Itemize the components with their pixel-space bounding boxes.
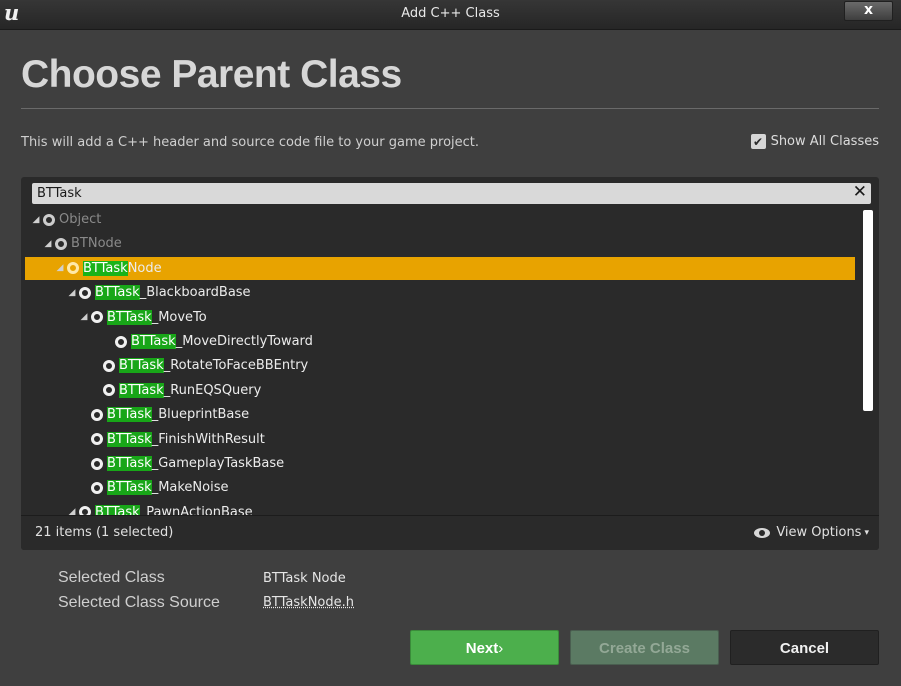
class-name: _GameplayTaskBase: [151, 456, 285, 471]
scrollbar[interactable]: [863, 210, 873, 513]
class-name: _MoveTo: [151, 309, 207, 325]
expand-arrow-icon[interactable]: ◢: [43, 239, 53, 249]
checkbox-checked-icon[interactable]: ✔: [750, 134, 766, 149]
class-circle-icon: [43, 213, 55, 226]
search-match-highlight: BTTask: [119, 358, 164, 374]
class-name: _RunEQSQuery: [163, 382, 262, 398]
next-arrow-icon: ›: [498, 640, 504, 657]
search-match-highlight: BTTask: [107, 407, 152, 423]
title-bar: u Add C++ Class x: [0, 0, 901, 30]
class-circle-icon: [103, 359, 115, 372]
show-all-classes-label: Show All Classes: [770, 134, 879, 149]
search-match-highlight: BTTask: [95, 285, 140, 301]
class-circle-icon: [115, 335, 127, 348]
class-circle-icon: [91, 433, 103, 446]
class-name: _BlackboardBase: [139, 285, 251, 301]
class-circle-icon: [67, 262, 79, 275]
class-circle-icon: [79, 506, 91, 515]
search-match-highlight: BTTask: [107, 309, 152, 325]
search-match-highlight: BTTask: [95, 504, 140, 515]
class-name: _FinishWithResult: [151, 431, 265, 447]
search-match-highlight: BTTask: [131, 334, 176, 349]
tree-row[interactable]: BTTask _RunEQSQuery: [25, 379, 855, 402]
class-name: _MoveDirectlyToward: [175, 334, 313, 349]
tree-row[interactable]: ◢ BTTask Node: [25, 256, 855, 280]
selected-class-label: Selected Class: [58, 569, 165, 586]
class-picker-panel: ✕ ◢Object◢BTNode◢BTTaskNode◢BTTask_Black…: [21, 177, 879, 550]
clear-search-icon[interactable]: ✕: [853, 182, 867, 203]
expand-arrow-icon[interactable]: ◢: [79, 312, 89, 322]
class-circle-icon: [79, 286, 91, 299]
item-count: 21 items (1 selected): [35, 525, 174, 540]
class-circle-icon: [91, 408, 103, 421]
class-circle-icon: [103, 384, 115, 397]
tree-row[interactable]: BTTask _BlueprintBase: [25, 403, 855, 426]
tree-row[interactable]: BTTask _MoveDirectlyToward: [25, 330, 855, 353]
scrollbar-thumb[interactable]: [863, 210, 873, 411]
class-name: _BlueprintBase: [151, 407, 250, 423]
search-match-highlight: BTTask: [83, 260, 128, 276]
next-button[interactable]: Next›: [410, 630, 559, 665]
search-match-highlight: BTTask: [107, 456, 152, 471]
class-name: Node: [127, 260, 162, 276]
search-match-highlight: BTTask: [107, 431, 152, 447]
search-match-highlight: BTTask: [107, 480, 152, 496]
class-circle-icon: [91, 311, 103, 324]
chevron-down-icon: ▾: [864, 527, 869, 538]
expand-arrow-icon[interactable]: ◢: [31, 215, 41, 225]
class-circle-icon: [91, 457, 103, 470]
tree-footer: 21 items (1 selected) View Options ▾: [21, 515, 879, 550]
class-name: _RotateToFaceBBEntry: [163, 358, 309, 374]
class-tree: ◢ Object ◢ BTNode ◢ BTTask Node ◢ BTTask _Blackbo…: [21, 208, 859, 515]
tree-row[interactable]: ◢ BTNode: [25, 232, 855, 255]
class-name: BTNode: [71, 236, 122, 252]
selected-class-value: BTTask Node: [263, 571, 346, 586]
class-name: _MakeNoise: [151, 480, 229, 496]
search-input[interactable]: [37, 183, 837, 204]
expand-arrow-icon[interactable]: ◢: [67, 507, 77, 515]
description-text: This will add a C++ header and source co…: [21, 135, 480, 150]
create-class-button[interactable]: Create Class: [570, 630, 719, 665]
tree-row[interactable]: BTTask _FinishWithResult: [25, 428, 855, 451]
class-circle-icon: [55, 237, 67, 250]
search-match-highlight: BTTask: [119, 382, 164, 398]
close-button[interactable]: x: [844, 1, 893, 21]
show-all-classes-toggle[interactable]: ✔ Show All Classes: [750, 134, 879, 149]
cancel-button[interactable]: Cancel: [730, 630, 879, 665]
eye-icon: [754, 527, 771, 538]
page-title: Choose Parent Class: [21, 53, 402, 96]
selected-class-source-label: Selected Class Source: [58, 594, 220, 611]
divider: [21, 108, 879, 109]
tree-row[interactable]: BTTask _MakeNoise: [25, 476, 855, 499]
tree-row[interactable]: BTTask _RotateToFaceBBEntry: [25, 354, 855, 377]
expand-arrow-icon[interactable]: ◢: [67, 288, 77, 298]
selected-class-source-link[interactable]: BTTaskNode.h: [263, 595, 354, 610]
expand-arrow-icon[interactable]: ◢: [55, 263, 65, 273]
tree-row[interactable]: ◢ Object: [25, 208, 855, 231]
class-name: _PawnActionBase: [139, 504, 253, 515]
tree-row[interactable]: ◢ BTTask _BlackboardBase: [25, 281, 855, 304]
class-circle-icon: [91, 481, 103, 494]
tree-row[interactable]: BTTask _GameplayTaskBase: [25, 452, 855, 475]
next-button-label: Next: [465, 640, 499, 657]
view-options-button[interactable]: View Options ▾: [754, 525, 869, 540]
class-name: Object: [59, 212, 102, 227]
tree-row[interactable]: ◢ BTTask _MoveTo: [25, 306, 855, 329]
search-box[interactable]: ✕: [32, 182, 871, 204]
tree-row[interactable]: ◢ BTTask _PawnActionBase: [25, 501, 855, 515]
view-options-label: View Options: [776, 525, 862, 540]
window-title: Add C++ Class: [401, 6, 500, 21]
